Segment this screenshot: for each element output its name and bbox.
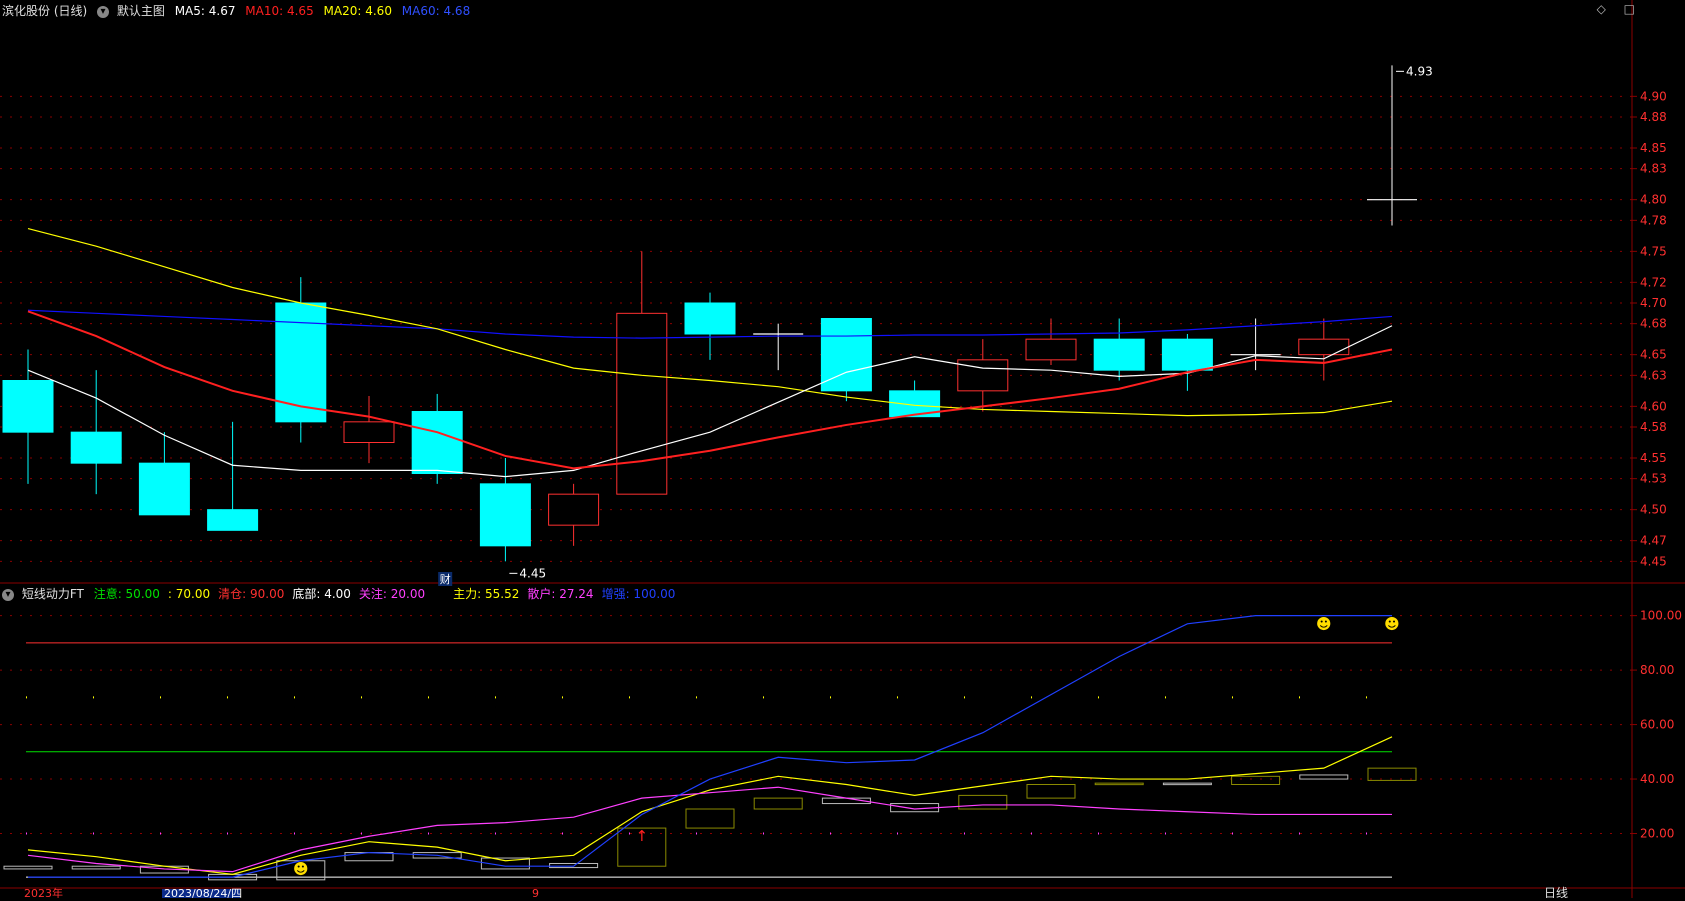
chart-menu-icon[interactable]: ▾ bbox=[97, 5, 110, 18]
candle-body[interactable] bbox=[207, 509, 259, 531]
candle-body[interactable] bbox=[2, 380, 54, 433]
main-ytick-label: 4.68 bbox=[1640, 317, 1667, 331]
indicator-value-6: 散户: 27.24 bbox=[527, 587, 594, 601]
indicator-ytick-label: 40.00 bbox=[1640, 772, 1674, 786]
ma10-label: MA10: 4.65 bbox=[245, 4, 314, 18]
stock-name[interactable]: 滨化股份 (日线) bbox=[2, 4, 87, 18]
indicator-values: 注意: 50.00 : 70.00 清仓: 90.00 底部: 4.00 关注: 20.… bbox=[94, 587, 684, 601]
main-ytick-label: 4.90 bbox=[1640, 89, 1667, 103]
indicator-box bbox=[1094, 782, 1144, 786]
indicator-box bbox=[1299, 774, 1349, 780]
chart-canvas[interactable]: 4.45 4.47 4.50 4.53 4.55 4.58 4.60 4.63 4.65 4.68… bbox=[0, 0, 1685, 900]
month-label: 9 bbox=[532, 887, 539, 898]
indicator-line-2 bbox=[28, 615, 1392, 878]
indicator-signal-icon: ☻ bbox=[1316, 615, 1332, 633]
main-ytick-label: 4.47 bbox=[1640, 534, 1667, 548]
date-cursor-label: 2023/08/24/四 bbox=[164, 887, 242, 898]
main-ytick-label: 4.75 bbox=[1640, 244, 1667, 258]
candle-body[interactable] bbox=[1161, 338, 1213, 371]
candle-body[interactable] bbox=[275, 302, 327, 423]
chart-template-label[interactable]: 默认主图 bbox=[117, 4, 165, 18]
indicator-signal-icon: ☻ bbox=[293, 860, 309, 878]
indicator-header: ▾ 短线动力FT 注意: 50.00 : 70.00 清仓: 90.00 底部: 4.… bbox=[2, 583, 689, 605]
window-controls: ◇ □ bbox=[1583, 2, 1635, 16]
maximize-icon[interactable]: □ bbox=[1624, 2, 1635, 16]
indicator-box bbox=[71, 865, 121, 870]
candle-body[interactable] bbox=[1025, 338, 1077, 361]
main-ytick-label: 4.55 bbox=[1640, 451, 1667, 465]
candle-body[interactable] bbox=[70, 431, 122, 464]
low-price-label: 4.45 bbox=[519, 566, 546, 580]
year-label: 2023年 bbox=[24, 886, 63, 898]
indicator-value-7: 增强: 100.00 bbox=[601, 587, 676, 601]
indicator-value-4: 关注: 20.00 bbox=[358, 587, 426, 601]
candle-body[interactable] bbox=[411, 411, 463, 474]
indicator-box bbox=[1162, 782, 1212, 786]
candle-body[interactable] bbox=[1093, 338, 1145, 371]
indicator-line-0 bbox=[27, 736, 1393, 875]
main-ytick-label: 4.80 bbox=[1640, 193, 1667, 207]
candle-body[interactable] bbox=[343, 421, 395, 444]
indicator-name[interactable]: 短线动力FT bbox=[22, 587, 84, 601]
main-ytick-label: 4.88 bbox=[1640, 110, 1667, 124]
main-ytick-label: 4.83 bbox=[1640, 162, 1667, 176]
indicator-ytick-label: 20.00 bbox=[1640, 827, 1674, 841]
ma60-label: MA60: 4.68 bbox=[401, 4, 471, 18]
high-price-label: 4.93 bbox=[1406, 64, 1433, 78]
diamond-toggle-icon[interactable]: ◇ bbox=[1597, 2, 1606, 16]
indicator-value-1: : 70.00 bbox=[167, 587, 211, 601]
main-ytick-label: 4.60 bbox=[1640, 399, 1667, 413]
indicator-box bbox=[3, 865, 53, 870]
candle-body[interactable] bbox=[957, 359, 1009, 392]
main-ytick-label: 4.50 bbox=[1640, 503, 1667, 517]
indicator-ytick-label: 80.00 bbox=[1640, 663, 1674, 677]
main-ytick-label: 4.45 bbox=[1640, 554, 1667, 568]
main-ytick-label: 4.70 bbox=[1640, 296, 1667, 310]
main-ytick-label: 4.78 bbox=[1640, 213, 1667, 227]
chart-stage[interactable]: 4.45 4.47 4.50 4.53 4.55 4.58 4.60 4.63 4.65 4.68… bbox=[0, 0, 1685, 900]
main-ytick-label: 4.72 bbox=[1640, 275, 1667, 289]
indicator-menu-icon[interactable]: ▾ bbox=[2, 588, 14, 601]
indicator-signal-icon: ↑ bbox=[636, 827, 649, 845]
indicator-signal-icon: ☻ bbox=[1384, 615, 1400, 633]
indicator-box bbox=[1231, 775, 1281, 785]
main-chart-header: 滨化股份 (日线) ▾ 默认主图 MA5: 4.67 MA10: 4.65 MA… bbox=[2, 0, 476, 22]
candle-body[interactable] bbox=[684, 302, 736, 335]
ma5-label: MA5: 4.67 bbox=[174, 4, 236, 18]
indicator-value-5: 主力: 55.52 bbox=[453, 587, 520, 601]
candle-body[interactable] bbox=[548, 493, 600, 526]
indicator-box bbox=[753, 797, 803, 810]
main-ytick-label: 4.85 bbox=[1640, 141, 1667, 155]
indicator-box bbox=[685, 808, 735, 829]
candle-body[interactable] bbox=[138, 462, 190, 516]
indicator-ytick-label: 100.00 bbox=[1640, 609, 1682, 623]
candle-body[interactable] bbox=[479, 483, 531, 547]
ma20-label: MA20: 4.60 bbox=[323, 4, 392, 18]
period-label[interactable]: 日线 bbox=[1544, 886, 1568, 900]
main-ytick-label: 4.58 bbox=[1640, 420, 1667, 434]
indicator-value-0: 注意: 50.00 bbox=[93, 587, 160, 601]
indicator-ytick-label: 60.00 bbox=[1640, 718, 1674, 732]
indicator-line-1 bbox=[27, 786, 1392, 873]
candle-body[interactable] bbox=[1298, 338, 1350, 356]
indicator-value-3: 底部: 4.00 bbox=[292, 587, 351, 601]
indicator-box bbox=[1026, 783, 1076, 799]
main-ytick-label: 4.53 bbox=[1640, 472, 1667, 486]
indicator-value-2: 清仓: 90.00 bbox=[218, 587, 285, 601]
main-ytick-label: 4.63 bbox=[1640, 368, 1667, 382]
main-ytick-label: 4.65 bbox=[1640, 348, 1667, 362]
indicator-box bbox=[958, 794, 1008, 810]
candle-body[interactable] bbox=[616, 312, 668, 495]
